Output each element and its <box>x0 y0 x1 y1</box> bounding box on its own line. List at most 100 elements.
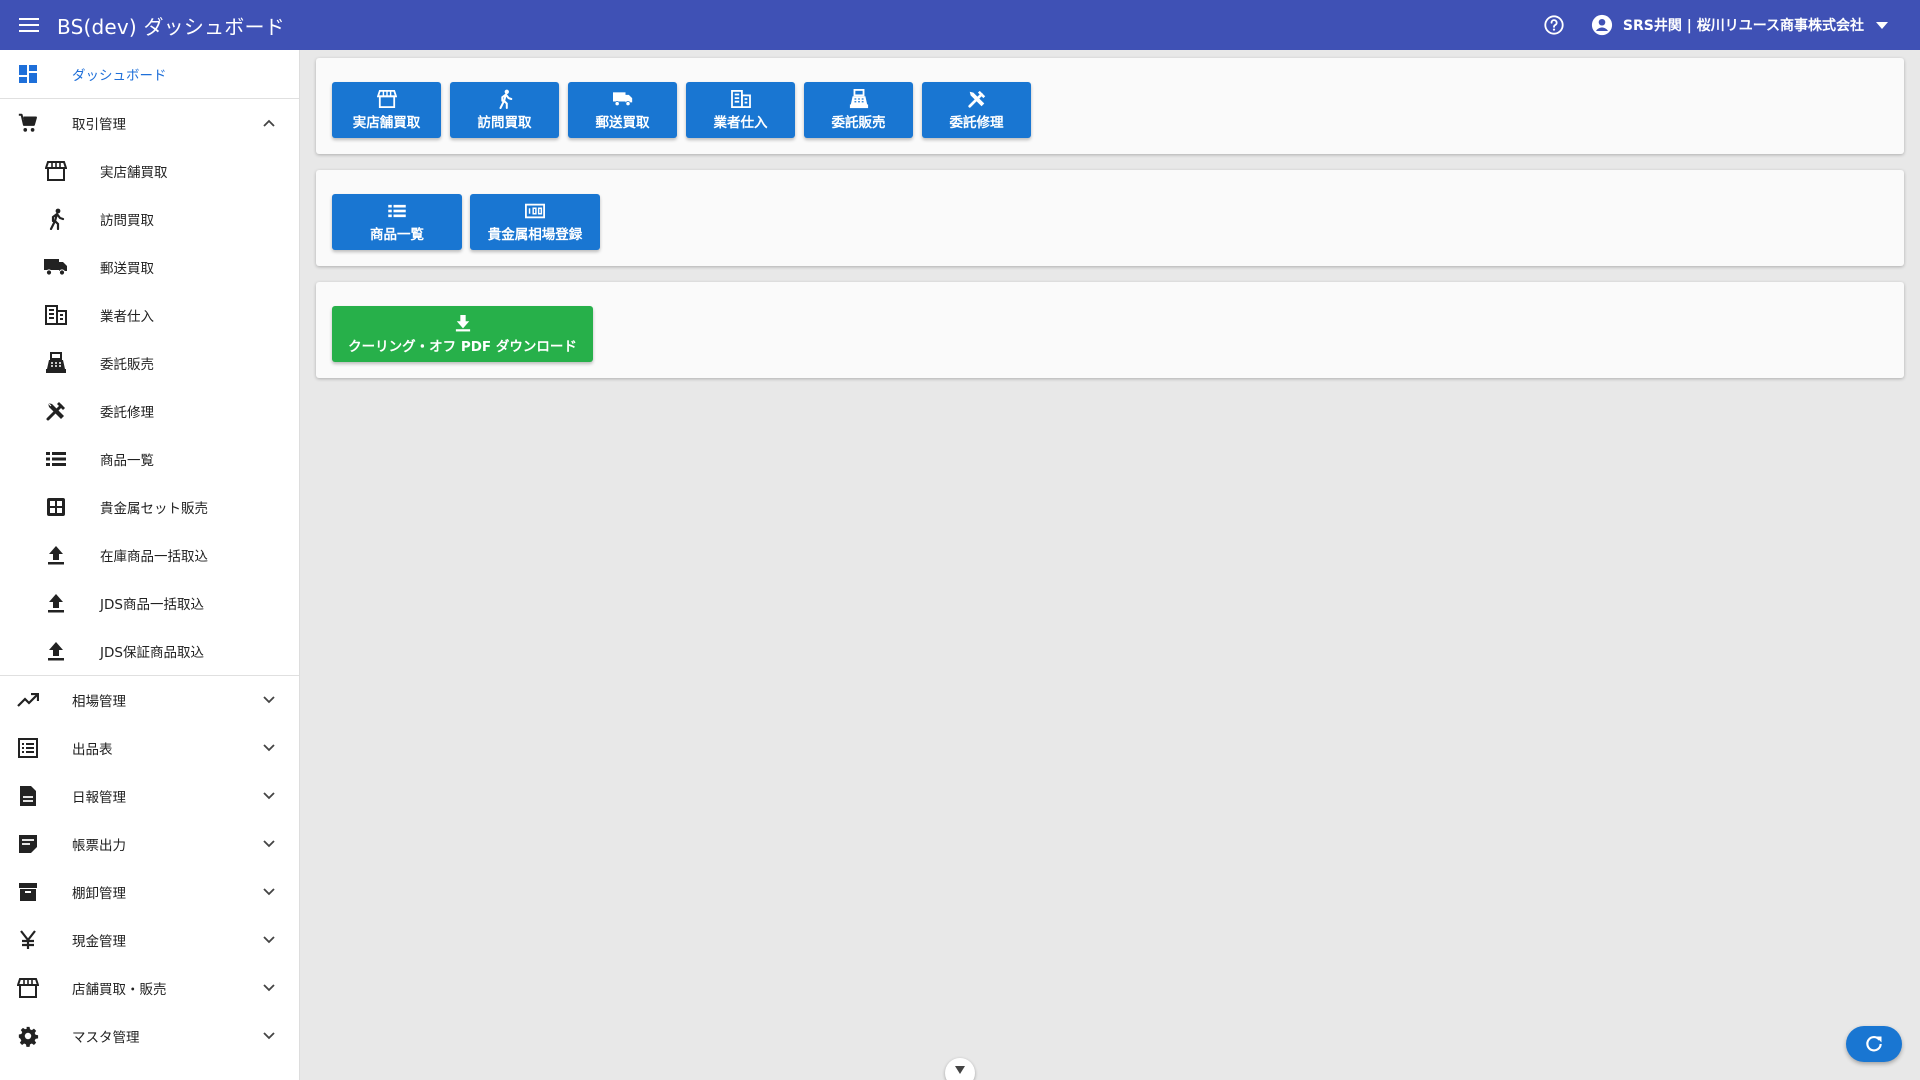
menu-icon[interactable] <box>17 13 41 37</box>
gear-icon <box>16 1024 40 1048</box>
button-label: 業者仕入 <box>713 115 768 131</box>
upload-icon <box>44 543 68 567</box>
sidebar-item-itaku-shuuri[interactable]: 委託修理 <box>0 387 299 435</box>
counter-icon <box>525 201 545 221</box>
sidebar-item-label: 貴金属セット販売 <box>100 501 208 517</box>
chevron-down-icon <box>257 784 281 808</box>
shouhin-ichiran-button[interactable]: 商品一覧 <box>332 194 462 250</box>
sidebar-group-master[interactable]: マスタ管理 <box>0 1012 299 1060</box>
chevron-up-icon <box>257 111 281 135</box>
sidebar-group-torihiki[interactable]: 取引管理 <box>0 99 299 147</box>
sidebar-item-dashboard[interactable]: ダッシュボード <box>0 50 299 98</box>
sidebar-group-chouhyou[interactable]: 帳票出力 <box>0 820 299 868</box>
sidebar-item-label: 商品一覧 <box>100 453 154 469</box>
sidebar-item-label: マスタ管理 <box>72 1030 140 1046</box>
building-icon <box>730 89 751 109</box>
yen-icon <box>16 928 40 952</box>
app-bar: BS(dev) ダッシュボード SRS井関 | 桜川リユース商事株式会社 <box>0 0 1920 50</box>
sidebar-item-houmon[interactable]: 訪問買取 <box>0 195 299 243</box>
sidebar-item-kikinzoku-set[interactable]: 貴金属セット販売 <box>0 483 299 531</box>
download-card: クーリング・オフ PDF ダウンロード <box>316 282 1904 378</box>
sidebar-item-label: 委託販売 <box>100 357 154 373</box>
sidebar-item-label: 郵送買取 <box>100 261 154 277</box>
sidebar-group-tenpo[interactable]: 店舗買取・販売 <box>0 964 299 1012</box>
archive-icon <box>16 880 40 904</box>
sidebar-group-genkin[interactable]: 現金管理 <box>0 916 299 964</box>
user-menu[interactable]: SRS井関 | 桜川リユース商事株式会社 <box>1591 14 1888 36</box>
cooling-off-pdf-download-button[interactable]: クーリング・オフ PDF ダウンロード <box>332 306 593 362</box>
sidebar-item-label: 在庫商品一括取込 <box>100 549 208 565</box>
chevron-down-icon <box>257 832 281 856</box>
walk-icon <box>495 89 515 109</box>
button-label: 郵送買取 <box>595 115 650 131</box>
sidebar-item-label: 棚卸管理 <box>72 886 126 902</box>
sidebar-item-label: 取引管理 <box>72 117 126 133</box>
user-name: SRS井関 | 桜川リユース商事株式会社 <box>1622 18 1864 34</box>
chevron-down-icon <box>257 976 281 1000</box>
sidebar-group-nippou[interactable]: 日報管理 <box>0 772 299 820</box>
account-icon <box>1591 14 1613 36</box>
button-label: 商品一覧 <box>370 227 424 243</box>
chevron-down-icon <box>257 688 281 712</box>
houmon-button[interactable]: 訪問買取 <box>450 82 559 138</box>
scroll-down-button[interactable] <box>945 1058 975 1080</box>
sidebar-item-itaku-hanbai[interactable]: 委託販売 <box>0 339 299 387</box>
document-icon <box>16 784 40 808</box>
help-icon[interactable] <box>1542 13 1566 37</box>
sidebar-item-yusou[interactable]: 郵送買取 <box>0 243 299 291</box>
store-icon <box>376 89 397 109</box>
itaku-hanbai-button[interactable]: 委託販売 <box>804 82 913 138</box>
sidebar-item-label: 出品表 <box>72 742 113 758</box>
yusou-button[interactable]: 郵送買取 <box>568 82 677 138</box>
sidebar-item-label: 業者仕入 <box>100 309 154 325</box>
jitsutenpo-button[interactable]: 実店舗買取 <box>332 82 441 138</box>
walk-icon <box>44 207 68 231</box>
sidebar-group-souba[interactable]: 相場管理 <box>0 676 299 724</box>
sidebar-item-label: 現金管理 <box>72 934 126 950</box>
refresh-button[interactable] <box>1846 1026 1902 1062</box>
download-icon <box>453 313 473 333</box>
sidebar-item-label: 実店舗買取 <box>100 165 168 181</box>
shouhin-shortcut-card: 商品一覧 貴金属相場登録 <box>316 170 1904 266</box>
sidebar: ダッシュボード 取引管理 実店舗買取 訪問買取 郵送買取 業者仕入 委託販売 委… <box>0 50 300 1080</box>
truck-icon <box>612 89 633 109</box>
gyousha-button[interactable]: 業者仕入 <box>686 82 795 138</box>
button-label: 実店舗買取 <box>352 115 421 131</box>
app-title: BS(dev) ダッシュボード <box>57 14 285 39</box>
sidebar-item-zaiko-torikomi[interactable]: 在庫商品一括取込 <box>0 531 299 579</box>
sidebar-item-label: 訪問買取 <box>100 213 154 229</box>
button-label: 委託販売 <box>831 115 886 131</box>
register-icon <box>849 89 869 109</box>
sidebar-item-label: JDS商品一括取込 <box>100 597 204 613</box>
chevron-down-icon <box>257 928 281 952</box>
note-icon <box>16 832 40 856</box>
sidebar-item-gyousha[interactable]: 業者仕入 <box>0 291 299 339</box>
truck-icon <box>44 255 68 279</box>
sidebar-item-label: JDS保証商品取込 <box>100 645 204 661</box>
caret-down-icon <box>1876 21 1888 29</box>
sidebar-item-label: 委託修理 <box>100 405 154 421</box>
kikinzoku-souba-button[interactable]: 貴金属相場登録 <box>470 194 600 250</box>
button-label: 委託修理 <box>949 115 1004 131</box>
chevron-down-icon <box>257 880 281 904</box>
sidebar-group-tanaoroshi[interactable]: 棚卸管理 <box>0 868 299 916</box>
register-icon <box>44 351 68 375</box>
store-icon <box>16 976 40 1000</box>
refresh-icon <box>1864 1034 1884 1054</box>
list-alt-icon <box>16 736 40 760</box>
sidebar-item-jds-hoshou[interactable]: JDS保証商品取込 <box>0 627 299 675</box>
sidebar-item-jitsutenpo[interactable]: 実店舗買取 <box>0 147 299 195</box>
sidebar-item-label: 日報管理 <box>72 790 126 806</box>
button-label: 訪問買取 <box>477 115 532 131</box>
sidebar-group-shuppinhyou[interactable]: 出品表 <box>0 724 299 772</box>
sidebar-item-jds-torikomi[interactable]: JDS商品一括取込 <box>0 579 299 627</box>
itaku-shuuri-button[interactable]: 委託修理 <box>922 82 1031 138</box>
button-label: クーリング・オフ PDF ダウンロード <box>348 339 577 355</box>
chevron-down-icon <box>257 736 281 760</box>
sidebar-item-label: 相場管理 <box>72 694 126 710</box>
sidebar-item-label: 帳票出力 <box>72 838 126 854</box>
sidebar-item-shouhin-ichiran[interactable]: 商品一覧 <box>0 435 299 483</box>
grid-icon <box>44 495 68 519</box>
trending-icon <box>16 688 40 712</box>
building-icon <box>44 303 68 327</box>
